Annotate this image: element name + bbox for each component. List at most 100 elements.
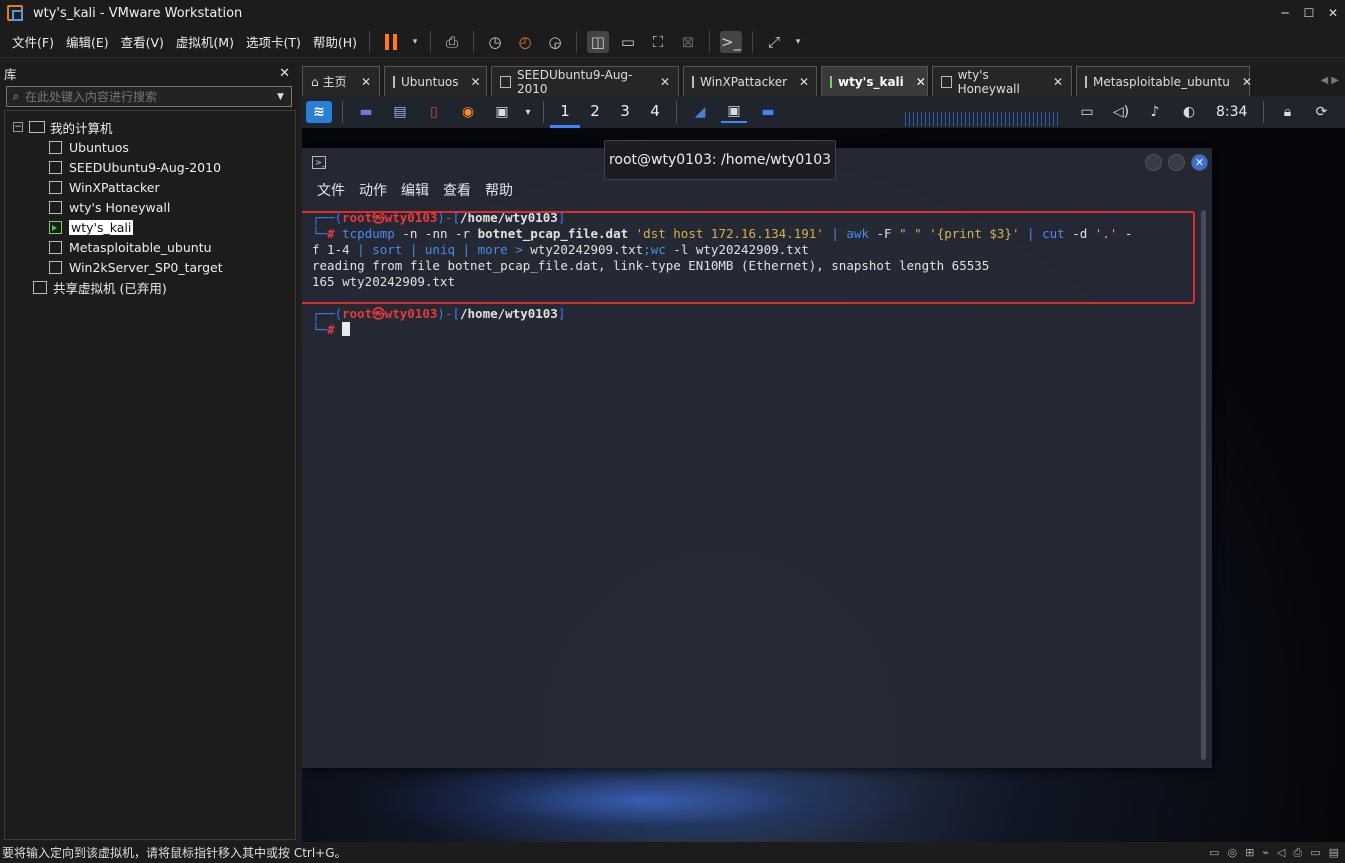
display-icon[interactable]: ▭ xyxy=(1310,846,1320,860)
volume-icon[interactable]: ◁) xyxy=(1108,101,1134,123)
home-icon: ⌂ xyxy=(311,74,319,89)
tab-home[interactable]: ⌂ 主页 ✕ xyxy=(302,66,380,96)
stretch-dropdown-icon[interactable]: ▾ xyxy=(793,31,803,53)
snapshot-icon[interactable]: ◷ xyxy=(484,31,506,53)
cdrom-icon[interactable]: ◎ xyxy=(1227,846,1237,860)
tree-item-label-selected: wty's_kali xyxy=(69,219,134,235)
tab-close-icon[interactable]: ✕ xyxy=(904,75,926,89)
vm-display[interactable]: ≋ ▬ ▤ ▯ ◉ ▣ ▾ 1 2 3 4 ◢ ▣ ▬ ▭ ◁) ♪ ◐ 8:3… xyxy=(302,96,1345,842)
terminal-menu-view[interactable]: 查看 xyxy=(443,180,471,200)
notification-bell-icon[interactable]: ♪ xyxy=(1142,101,1168,123)
power-manager-icon[interactable]: ◐ xyxy=(1176,101,1202,123)
minimize-button[interactable]: ─ xyxy=(1273,6,1297,20)
panel-clock[interactable]: 8:34 xyxy=(1216,104,1247,120)
snapshot-manager-icon[interactable]: ◶ xyxy=(544,31,566,53)
terminal-close-button[interactable]: ✕ xyxy=(1191,153,1208,171)
terminal-menu-actions[interactable]: 动作 xyxy=(359,180,387,200)
logout-icon[interactable]: ⟳ xyxy=(1308,101,1334,123)
terminal-menu-help[interactable]: 帮助 xyxy=(485,180,513,200)
monitor-icon[interactable]: ▭ xyxy=(1074,101,1100,123)
library-search[interactable]: ⌕ ▼ xyxy=(6,86,292,107)
terminal-menu-file[interactable]: 文件 xyxy=(317,180,345,200)
tree-root-label: 我的计算机 xyxy=(50,120,113,136)
tab-kali[interactable]: wty's_kali ✕ xyxy=(821,66,928,96)
workspace-2[interactable]: 2 xyxy=(580,96,610,128)
network-icon[interactable]: ⊞ xyxy=(1245,846,1254,860)
printer-icon[interactable]: ⎙ xyxy=(1293,846,1302,860)
tab-close-icon[interactable]: ✕ xyxy=(787,75,809,89)
tree-item-metasploitable[interactable]: Metasploitable_ubuntu xyxy=(5,237,295,257)
pause-icon[interactable] xyxy=(380,31,402,53)
revert-snapshot-icon[interactable]: ◴ xyxy=(514,31,536,53)
tab-winxpattacker[interactable]: WinXPattacker ✕ xyxy=(683,66,817,96)
library-search-input[interactable] xyxy=(25,89,277,104)
tab-seedubuntu[interactable]: SEEDUbuntu9-Aug-2010 ✕ xyxy=(491,66,679,96)
terminal-dropdown-icon[interactable]: ▾ xyxy=(523,101,533,123)
tab-close-icon[interactable]: ✕ xyxy=(648,75,670,89)
tree-item-winxpattacker[interactable]: WinXPattacker xyxy=(5,177,295,197)
maximize-button[interactable]: ☐ xyxy=(1297,6,1321,20)
text-editor-icon[interactable]: ▯ xyxy=(421,101,447,123)
tree-item-seedubuntu[interactable]: SEEDUbuntu9-Aug-2010 xyxy=(5,157,295,177)
menu-bar: 文件(F) 编辑(E) 查看(V) 虚拟机(M) 选项卡(T) 帮助(H) ▾ … xyxy=(0,26,1345,58)
unity-icon[interactable]: ⊠ xyxy=(677,31,699,53)
usb-icon[interactable]: ⌁ xyxy=(1262,846,1269,860)
lock-screen-icon[interactable]: 🔒︎ xyxy=(1274,101,1300,123)
input-line[interactable]: └─# xyxy=(312,322,1198,338)
message-icon[interactable]: ▤ xyxy=(1329,846,1339,860)
menu-vm[interactable]: 虚拟机(M) xyxy=(170,32,240,51)
terminal-window[interactable]: >_ ✕ 文件 动作 编辑 查看 帮助 ┌──(root㉿wty0103)-[/… xyxy=(302,148,1212,768)
hdd-icon[interactable]: ▭ xyxy=(1209,846,1219,860)
sound-icon[interactable]: ◁ xyxy=(1277,846,1285,860)
stretch-guest-icon[interactable]: ⤢ xyxy=(763,31,785,53)
tab-scroll-icon[interactable]: ◀ ▶ xyxy=(1314,66,1345,96)
pause-dropdown-icon[interactable]: ▾ xyxy=(410,31,420,53)
send-ctrl-alt-del-icon[interactable]: ⎙ xyxy=(441,31,463,53)
tree-item-ubuntuos[interactable]: Ubuntuos xyxy=(5,137,295,157)
firefox-icon[interactable]: ◉ xyxy=(455,101,481,123)
tab-close-icon[interactable]: ✕ xyxy=(1041,75,1063,89)
terminal-launcher-icon[interactable]: ▣ xyxy=(489,101,515,123)
tree-item-win2kserver[interactable]: Win2kServer_SP0_target xyxy=(5,257,295,277)
tree-root[interactable]: − 我的计算机 xyxy=(5,117,295,137)
window-terminal-icon[interactable]: ▣ xyxy=(721,101,747,123)
tab-close-icon[interactable]: ✕ xyxy=(1230,75,1252,89)
menu-view[interactable]: 查看(V) xyxy=(115,32,170,51)
search-icon: ⌕ xyxy=(12,89,20,103)
terminal-minimize-button[interactable] xyxy=(1145,153,1162,171)
close-button[interactable]: ✕ xyxy=(1321,6,1345,20)
console-view-icon[interactable]: >_ xyxy=(720,30,743,53)
terminal-output[interactable]: ┌──(root㉿wty0103)-[/home/wty0103] └─# tcp… xyxy=(302,210,1198,760)
menu-tabs[interactable]: 选项卡(T) xyxy=(240,32,307,51)
menu-help[interactable]: 帮助(H) xyxy=(307,32,363,51)
kali-menu-icon[interactable]: ≋ xyxy=(306,101,332,123)
full-screen-icon[interactable]: ⛶ xyxy=(647,31,669,53)
tree-item-kali[interactable]: wty's_kali xyxy=(5,217,295,237)
tree-shared[interactable]: 共享虚拟机 (已弃用) xyxy=(5,277,295,297)
collapse-icon[interactable]: − xyxy=(13,122,23,132)
menu-file[interactable]: 文件(F) xyxy=(6,32,60,51)
workspace-4[interactable]: 4 xyxy=(640,96,670,128)
tree-item-honeywall[interactable]: wty's Honeywall xyxy=(5,197,295,217)
vm-icon xyxy=(692,75,694,88)
terminal-menu-edit[interactable]: 编辑 xyxy=(401,180,429,200)
window-folder-icon[interactable]: ▬ xyxy=(755,101,781,123)
window-wireshark-icon[interactable]: ◢ xyxy=(687,101,713,123)
terminal-maximize-button[interactable] xyxy=(1168,153,1185,171)
tab-ubuntuos[interactable]: Ubuntuos ✕ xyxy=(384,66,487,96)
library-close-icon[interactable]: ✕ xyxy=(279,66,290,81)
show-desktop-icon[interactable]: ▬ xyxy=(353,101,379,123)
tab-close-icon[interactable]: ✕ xyxy=(349,75,371,89)
tab-close-icon[interactable]: ✕ xyxy=(459,75,481,89)
workspace-3[interactable]: 3 xyxy=(610,96,640,128)
workspace-1[interactable]: 1 xyxy=(550,96,580,128)
terminal-scrollbar[interactable] xyxy=(1201,210,1206,760)
tab-metasploitable[interactable]: Metasploitable_ubuntu ✕ xyxy=(1076,66,1252,96)
menu-edit[interactable]: 编辑(E) xyxy=(60,32,115,51)
show-library-icon[interactable]: ◫ xyxy=(587,30,610,53)
thumbnail-bar-icon[interactable]: ▭ xyxy=(617,31,639,53)
file-manager-icon[interactable]: ▤ xyxy=(387,101,413,123)
tab-honeywall[interactable]: wty's Honeywall ✕ xyxy=(932,66,1072,96)
search-dropdown-icon[interactable]: ▼ xyxy=(277,92,291,102)
tab-label: SEEDUbuntu9-Aug-2010 xyxy=(516,67,633,96)
